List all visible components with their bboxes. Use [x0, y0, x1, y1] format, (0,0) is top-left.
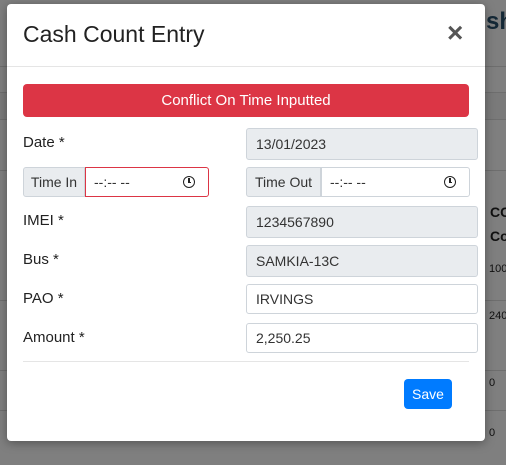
imei-label: IMEI *: [23, 212, 64, 229]
amount-input[interactable]: 2,250.25: [246, 323, 478, 353]
footer-divider: [23, 361, 469, 362]
amount-label: Amount *: [23, 329, 85, 346]
pao-input[interactable]: IRVINGS: [246, 284, 478, 314]
pao-label: PAO *: [23, 290, 64, 307]
close-icon[interactable]: ×: [447, 18, 463, 48]
clock-icon[interactable]: [444, 176, 456, 188]
time-in-input[interactable]: --:-- --: [85, 167, 209, 197]
time-out-input[interactable]: --:-- --: [321, 167, 470, 197]
date-label: Date *: [23, 134, 65, 151]
date-field: 13/01/2023: [246, 128, 478, 160]
imei-field: 1234567890: [246, 206, 478, 238]
save-button[interactable]: Save: [404, 379, 452, 409]
modal-header: Cash Count Entry ×: [7, 4, 485, 67]
time-out-placeholder: --:-- --: [330, 174, 366, 190]
clock-icon[interactable]: [183, 176, 195, 188]
cash-count-modal: Cash Count Entry × Conflict On Time Inpu…: [7, 4, 485, 441]
time-out-label: Time Out: [246, 167, 321, 197]
time-in-placeholder: --:-- --: [94, 174, 130, 190]
modal-title: Cash Count Entry: [23, 21, 205, 47]
conflict-alert: Conflict On Time Inputted: [23, 84, 469, 117]
bus-field: SAMKIA-13C: [246, 245, 478, 277]
time-in-label: Time In: [23, 167, 85, 197]
bus-label: Bus *: [23, 251, 59, 268]
